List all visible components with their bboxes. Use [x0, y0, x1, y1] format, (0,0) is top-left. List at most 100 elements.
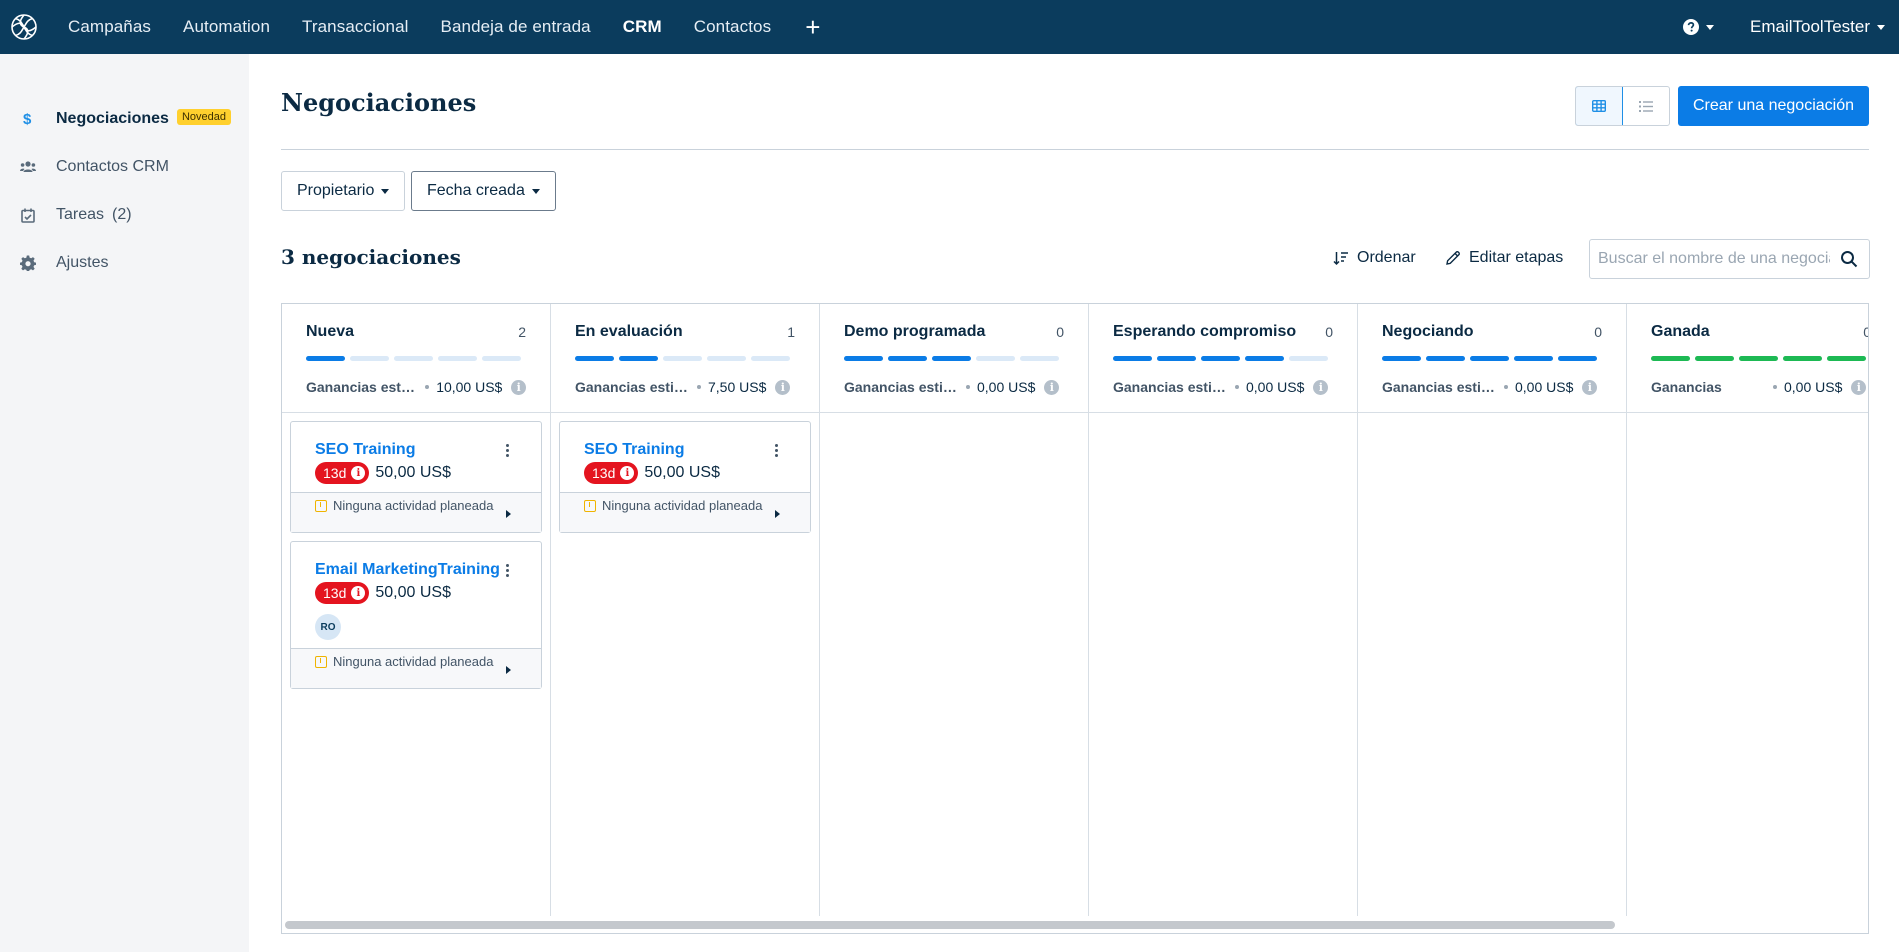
nav-bandeja-de-entrada[interactable]: Bandeja de entrada: [441, 17, 591, 37]
progress-segment: [394, 356, 433, 361]
earnings-value: 0,00 US$: [1246, 379, 1305, 395]
more-options-icon[interactable]: [501, 441, 513, 459]
owner-avatar[interactable]: RO: [315, 614, 341, 640]
date-filter-label: Fecha creada: [427, 182, 525, 199]
deal-count-heading: 3 negociaciones: [281, 245, 461, 269]
deal-title-link[interactable]: SEO Training: [315, 441, 521, 459]
info-icon[interactable]: i: [775, 379, 791, 395]
sidebar-item-label: Tareas: [56, 206, 105, 223]
progress-segment: [575, 356, 614, 361]
more-options-icon[interactable]: [770, 441, 782, 459]
help-menu[interactable]: [1683, 19, 1714, 35]
deal-search-box: [1589, 239, 1870, 279]
nav-crm[interactable]: CRM: [623, 17, 662, 37]
progress-segment: [751, 356, 790, 361]
view-toggle: [1575, 86, 1670, 126]
progress-segment: [1201, 356, 1240, 361]
search-icon: [1841, 251, 1858, 268]
deal-title-link[interactable]: SEO Training: [584, 441, 790, 459]
chevron-down-icon: [1706, 24, 1714, 30]
activity-status: Ninguna actividad planeada: [602, 498, 763, 513]
owner-filter-dropdown[interactable]: Propietario: [281, 171, 406, 211]
column-title-row: En evaluación 1: [575, 322, 795, 342]
earnings-value: 0,00 US$: [1515, 379, 1574, 395]
create-deal-button[interactable]: Crear una negociación: [1678, 86, 1869, 126]
progress-segment: [482, 356, 521, 361]
activity-status: Ninguna actividad planeada: [333, 654, 494, 669]
deal-card-body: Email MarketingTraining 13d i 50,00 US$ RO: [291, 542, 541, 648]
deal-card[interactable]: Email MarketingTraining 13d i 50,00 US$ RO Ni…: [290, 541, 542, 689]
pipeline-columns: Nueva2Ganancias estimadas10,00 US$iSEO T…: [282, 304, 1868, 916]
deal-meta-row: 13d i 50,00 US$: [584, 462, 790, 484]
nav-automation[interactable]: Automation: [183, 17, 270, 37]
date-filter-dropdown[interactable]: Fecha creada: [411, 171, 556, 211]
activity-footer[interactable]: Ninguna actividad planeada: [560, 492, 810, 532]
list-view-button[interactable]: [1623, 87, 1670, 125]
nav-campanas[interactable]: Campañas: [68, 17, 151, 37]
user-name: EmailToolTester: [1750, 17, 1870, 36]
brevo-logo-icon[interactable]: [0, 0, 48, 54]
sidebar-item-label: Ajustes: [56, 254, 109, 271]
column-title: Demo programada: [844, 323, 986, 340]
earnings-label: Ganancias estimadas: [1113, 379, 1227, 395]
sort-button[interactable]: Ordenar: [1333, 249, 1416, 267]
stage-progress: [575, 356, 795, 361]
deal-card-body: SEO Training 13d i 50,00 US$: [560, 422, 810, 492]
column-title: Nueva: [306, 323, 355, 340]
separator-dot: [1235, 385, 1239, 389]
progress-segment: [306, 356, 345, 361]
kanban-view-button[interactable]: [1576, 87, 1623, 125]
overdue-days: 13d: [323, 585, 347, 601]
earnings-label: Ganancias estimadas: [306, 379, 418, 395]
info-icon[interactable]: i: [1313, 379, 1329, 395]
gear-icon: [20, 255, 36, 271]
column-title: En evaluación: [575, 323, 683, 340]
progress-segment: [707, 356, 746, 361]
overdue-badge: 13d i: [315, 462, 370, 484]
earnings-label: Ganancias estimadas: [575, 379, 689, 395]
progress-segment: [1113, 356, 1152, 361]
horizontal-scrollbar[interactable]: [285, 921, 1615, 929]
deal-title-link[interactable]: Email MarketingTraining: [315, 561, 521, 579]
column-title-row: Ganada 0: [1651, 322, 1868, 342]
column-deal-count: 0: [1325, 324, 1333, 340]
column-header: Demo programada 0 Ganancias estimadas 0,00 …: [820, 304, 1088, 413]
progress-segment: [1651, 356, 1690, 361]
progress-segment: [663, 356, 702, 361]
progress-segment: [438, 356, 477, 361]
progress-segment: [1157, 356, 1196, 361]
sidebar-item-ajustes[interactable]: Ajustes: [0, 239, 249, 287]
activity-footer[interactable]: Ninguna actividad planeada: [291, 648, 541, 688]
activity-footer[interactable]: Ninguna actividad planeada: [291, 492, 541, 532]
column-title: Esperando compromiso: [1113, 323, 1297, 340]
info-icon[interactable]: i: [1044, 379, 1060, 395]
column-title: Negociando: [1382, 323, 1474, 340]
deal-card-body: SEO Training 13d i 50,00 US$: [291, 422, 541, 492]
progress-segment: [1245, 356, 1284, 361]
deals-board: Nueva2Ganancias estimadas10,00 US$iSEO T…: [281, 303, 1869, 934]
chevron-down-icon: [531, 188, 540, 194]
alert-info-icon: i: [620, 466, 635, 480]
deal-card[interactable]: SEO Training 13d i 50,00 US$ Ninguna activid…: [559, 421, 811, 533]
chevron-right-icon: [775, 510, 780, 518]
nav-contactos[interactable]: Contactos: [694, 17, 771, 37]
stage-progress: [1113, 356, 1333, 361]
sidebar-item-contactos-crm[interactable]: Contactos CRM: [0, 143, 249, 191]
search-input[interactable]: [1598, 241, 1830, 277]
info-icon[interactable]: i: [1851, 379, 1867, 395]
column-earnings: Ganancias estimadas 0,00 US$ i: [844, 379, 1064, 395]
sidebar-item-negociaciones[interactable]: $ Negociaciones Novedad: [0, 95, 249, 143]
edit-stages-button[interactable]: Editar etapas: [1445, 249, 1563, 267]
more-options-icon[interactable]: [501, 561, 513, 579]
nav-transaccional[interactable]: Transaccional: [302, 17, 409, 37]
edit-stages-label: Editar etapas: [1469, 249, 1564, 266]
column-deal-count: 0: [1594, 324, 1602, 340]
search-button[interactable]: [1830, 240, 1868, 278]
info-icon[interactable]: i: [511, 379, 526, 395]
user-menu[interactable]: EmailToolTester: [1750, 17, 1885, 37]
list-icon: [1638, 100, 1653, 112]
deal-card[interactable]: SEO Training 13d i 50,00 US$ Ninguna activid…: [290, 421, 542, 533]
info-icon[interactable]: i: [1582, 379, 1598, 395]
sidebar-item-tareas[interactable]: Tareas (2): [0, 191, 249, 239]
add-nav-item-icon[interactable]: +: [805, 14, 820, 40]
